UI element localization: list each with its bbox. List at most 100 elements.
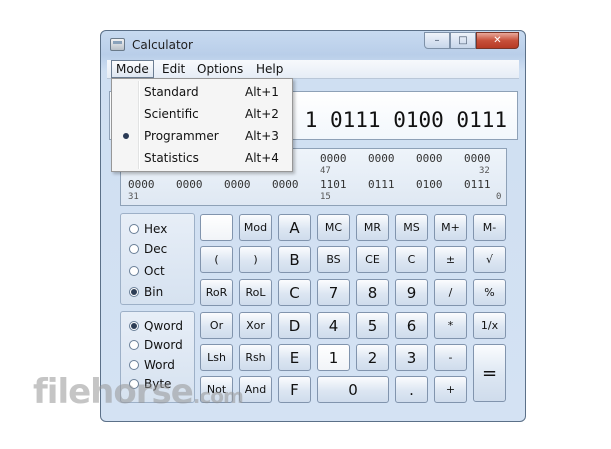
equals-button[interactable]: = [473, 344, 506, 402]
rsh-button[interactable]: Rsh [239, 344, 272, 371]
bit-group[interactable]: 1101 [320, 178, 347, 191]
base-panel: Hex Dec Oct Bin [120, 213, 195, 305]
display-value: 1 0111 0100 0111 [304, 108, 507, 132]
bit-group[interactable]: 0000 [416, 152, 443, 165]
watermark-tld: .com [192, 384, 244, 408]
menu-edit[interactable]: Edit [158, 61, 189, 77]
sqrt-button[interactable]: √ [473, 246, 506, 273]
calculator-icon [110, 38, 125, 51]
m-minus-button[interactable]: M- [473, 214, 506, 241]
bit-group[interactable]: 0000 [224, 178, 251, 191]
menu-mode[interactable]: Mode [111, 60, 154, 78]
digit-1-button[interactable]: 1 [317, 344, 350, 371]
clear-entry-button[interactable]: CE [356, 246, 389, 273]
menu-item-label: Scientific [144, 107, 199, 121]
percent-button[interactable]: % [473, 279, 506, 306]
menu-item-label: Programmer [144, 129, 219, 143]
xor-button[interactable]: Xor [239, 312, 272, 339]
radio-label: Oct [144, 264, 165, 278]
digit-3-button[interactable]: 3 [395, 344, 428, 371]
menu-item-standard[interactable]: Standard Alt+1 [114, 81, 290, 103]
ms-button[interactable]: MS [395, 214, 428, 241]
digit-7-button[interactable]: 7 [317, 279, 350, 306]
bit-group[interactable]: 0000 [368, 152, 395, 165]
radio-dec[interactable]: Dec [129, 241, 167, 257]
mr-button[interactable]: MR [356, 214, 389, 241]
rol-button[interactable]: RoL [239, 279, 272, 306]
digit-0-button[interactable]: 0 [317, 376, 389, 403]
radio-icon [129, 266, 139, 276]
bit-group[interactable]: 0111 [368, 178, 395, 191]
bit-group[interactable]: 0000 [176, 178, 203, 191]
menu-item-programmer[interactable]: Programmer Alt+3 [114, 125, 290, 147]
digit-2-button[interactable]: 2 [356, 344, 389, 371]
radio-oct[interactable]: Oct [129, 263, 165, 279]
plus-minus-button[interactable]: ± [434, 246, 467, 273]
bit-group[interactable]: 0000 [320, 152, 347, 165]
digit-6-button[interactable]: 6 [395, 312, 428, 339]
menu-item-shortcut: Alt+4 [245, 151, 279, 165]
ror-button[interactable]: RoR [200, 279, 233, 306]
bit-index-15: 15 [320, 192, 331, 202]
bit-group[interactable]: 0000 [464, 152, 491, 165]
plus-button[interactable]: + [434, 376, 467, 403]
minimize-button[interactable]: – [424, 32, 450, 49]
reciprocal-button[interactable]: 1/x [473, 312, 506, 339]
filehorse-watermark: filehorse.com [33, 372, 244, 412]
radio-bin[interactable]: Bin [129, 284, 163, 300]
mc-button[interactable]: MC [317, 214, 350, 241]
radio-word[interactable]: Word [129, 357, 175, 373]
hex-c-button[interactable]: C [278, 279, 311, 306]
bit-group[interactable]: 0000 [272, 178, 299, 191]
hex-b-button[interactable]: B [278, 246, 311, 273]
digit-9-button[interactable]: 9 [395, 279, 428, 306]
clear-button[interactable]: C [395, 246, 428, 273]
and-button[interactable]: And [239, 376, 272, 403]
mod-button[interactable]: Mod [239, 214, 272, 241]
radio-hex[interactable]: Hex [129, 221, 167, 237]
maximize-button[interactable]: □ [450, 32, 476, 49]
hex-a-button[interactable]: A [278, 214, 311, 241]
radio-qword[interactable]: Qword [129, 318, 183, 334]
minus-button[interactable]: - [434, 344, 467, 371]
bit-group[interactable]: 0000 [128, 178, 155, 191]
hex-d-button[interactable]: D [278, 312, 311, 339]
close-button[interactable]: ✕ [476, 32, 519, 49]
decimal-button[interactable]: . [395, 376, 428, 403]
title-bar[interactable]: Calculator – □ ✕ [101, 31, 525, 59]
digit-5-button[interactable]: 5 [356, 312, 389, 339]
multiply-button[interactable]: * [434, 312, 467, 339]
menu-item-statistics[interactable]: Statistics Alt+4 [114, 147, 290, 169]
menu-help[interactable]: Help [252, 61, 287, 77]
radio-check-icon [123, 133, 129, 139]
m-plus-button[interactable]: M+ [434, 214, 467, 241]
hex-e-button[interactable]: E [278, 344, 311, 371]
menu-item-scientific[interactable]: Scientific Alt+2 [114, 103, 290, 125]
radio-icon [129, 244, 139, 254]
menu-item-label: Standard [144, 85, 199, 99]
radio-icon [129, 340, 139, 350]
menu-options[interactable]: Options [193, 61, 247, 77]
hex-f-button[interactable]: F [278, 376, 311, 403]
radio-label: Bin [144, 285, 164, 299]
menu-item-shortcut: Alt+1 [245, 85, 279, 99]
digit-8-button[interactable]: 8 [356, 279, 389, 306]
radio-label: Dec [144, 242, 168, 256]
mode-menu-dropdown: Standard Alt+1 Scientific Alt+2 Programm… [111, 78, 293, 172]
bit-index-32: 32 [479, 166, 490, 176]
radio-dword[interactable]: Dword [129, 337, 183, 353]
menu-item-shortcut: Alt+2 [245, 107, 279, 121]
bit-index-0: 0 [496, 192, 502, 202]
bit-group[interactable]: 0100 [416, 178, 443, 191]
right-paren-button[interactable]: ) [239, 246, 272, 273]
divide-button[interactable]: / [434, 279, 467, 306]
window-title: Calculator [132, 38, 193, 52]
radio-label: Hex [144, 222, 168, 236]
left-paren-button[interactable]: ( [200, 246, 233, 273]
lsh-button[interactable]: Lsh [200, 344, 233, 371]
digit-4-button[interactable]: 4 [317, 312, 350, 339]
bit-index-31: 31 [128, 192, 139, 202]
bit-group[interactable]: 0111 [464, 178, 491, 191]
backspace-button[interactable]: BS [317, 246, 350, 273]
or-button[interactable]: Or [200, 312, 233, 339]
